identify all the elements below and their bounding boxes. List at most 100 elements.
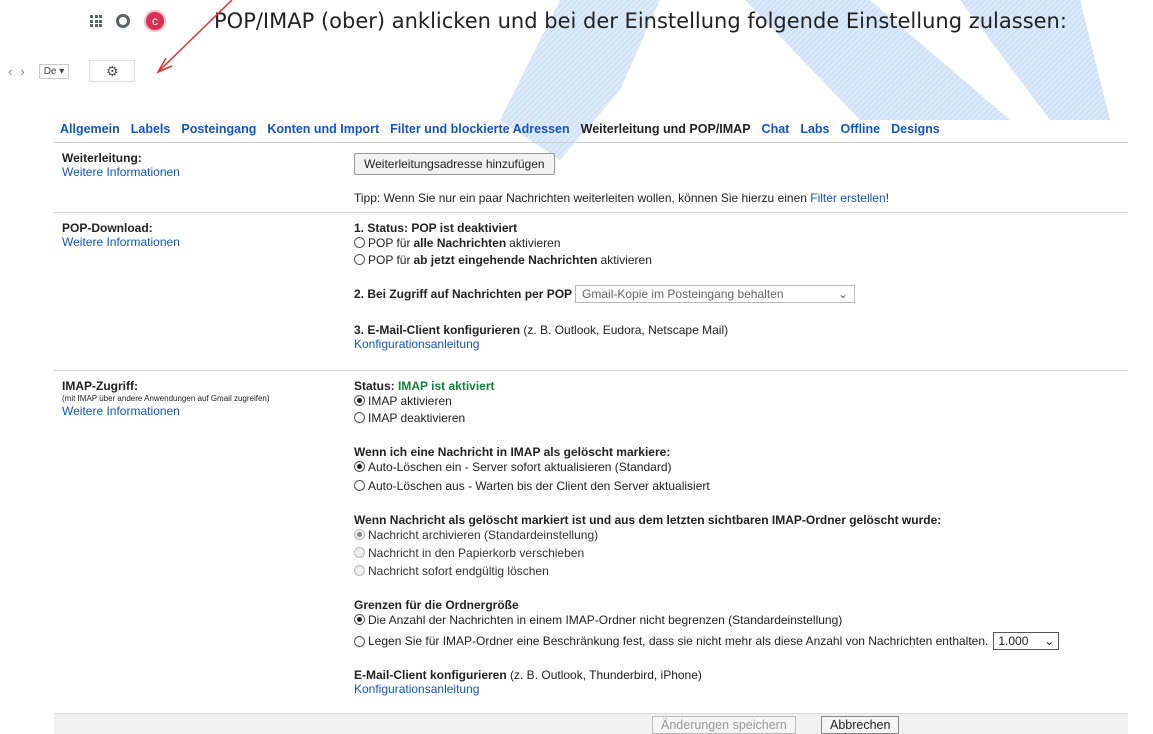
radio-label: IMAP deaktivieren	[368, 410, 466, 425]
gear-icon: ⚙	[106, 62, 119, 79]
tab-weiterleitung-pop-imap[interactable]: Weiterleitung und POP/IMAP	[581, 122, 751, 136]
delete-forever-radio[interactable]: Nachricht sofort endgültig löschen	[354, 563, 1124, 578]
imap-sub-label: (mit IMAP über andere Anwendungen auf Gm…	[62, 394, 270, 403]
header-controls: ‹ › De ▾ ⚙	[8, 60, 136, 82]
language-value: De	[43, 65, 57, 77]
pop-more-link[interactable]: Weitere Informationen	[62, 235, 322, 249]
chevron-down-icon: ⌄	[837, 287, 849, 301]
radio-label: Nachricht in den Papierkorb verschieben	[368, 545, 585, 560]
pop-access-label: 2. Bei Zugriff auf Nachrichten per POP	[354, 287, 573, 301]
radio-label: Die Anzahl der Nachrichten in einem IMAP…	[368, 612, 843, 627]
delete-heading: Wenn ich eine Nachricht in IMAP als gelö…	[354, 445, 671, 459]
radio-icon	[354, 614, 365, 625]
chevron-down-icon: ⌄	[1044, 634, 1055, 648]
imap-label: IMAP-Zugriff:	[62, 379, 138, 393]
avatar[interactable]: c	[144, 10, 166, 32]
radio-icon	[354, 480, 365, 491]
pop-client-row: 3. E-Mail-Client konfigurieren (z. B. Ou…	[354, 323, 1124, 337]
header-icons: c	[90, 10, 166, 32]
radio-icon	[354, 565, 365, 576]
create-filter-link[interactable]: Filter erstellen	[810, 191, 885, 205]
save-bar: Änderungen speichern Abbrechen	[54, 713, 1128, 734]
tab-chat[interactable]: Chat	[762, 122, 790, 136]
pop-client-label: 3. E-Mail-Client konfigurieren	[354, 323, 521, 337]
imap-more-link[interactable]: Weitere Informationen	[62, 404, 322, 418]
pop-new-radio[interactable]: POP für ab jetzt eingehende Nachrichten …	[354, 252, 1124, 267]
radio-icon	[354, 395, 365, 406]
settings-panel: Weiterleitung: Weitere Informationen Wei…	[54, 142, 1128, 734]
radio-icon	[354, 529, 365, 540]
save-changes-button[interactable]: Änderungen speichern	[652, 716, 796, 734]
tab-filter[interactable]: Filter und blockierte Adressen	[390, 122, 569, 136]
folder-size-heading: Grenzen für die Ordnergröße	[354, 598, 519, 612]
pop-access-row: 2. Bei Zugriff auf Nachrichten per POP G…	[354, 285, 1124, 303]
tip-text: Tipp: Wenn Sie nur ein paar Nachrichten …	[354, 191, 811, 205]
chevron-left-icon[interactable]: ‹	[8, 64, 12, 79]
pop-access-value: Gmail-Kopie im Posteingang behalten	[582, 287, 784, 301]
folder-limit-select[interactable]: 1.000 ⌄	[993, 632, 1060, 650]
imap-client-label: E-Mail-Client konfigurieren	[354, 668, 507, 682]
radio-label: Legen Sie für IMAP-Ordner eine Beschränk…	[368, 634, 989, 648]
radio-label-bold: ab jetzt eingehende Nachrichten	[413, 252, 598, 267]
tab-konten-und-import[interactable]: Konten und Import	[267, 122, 379, 136]
imap-client-row: E-Mail-Client konfigurieren (z. B. Outlo…	[354, 668, 1124, 682]
folder-limit-value: 1.000	[998, 634, 1029, 648]
pop-client-examples: (z. B. Outlook, Eudora, Netscape Mail)	[520, 323, 729, 337]
radio-label: POP für	[368, 235, 411, 250]
tab-offline[interactable]: Offline	[841, 122, 881, 136]
gmail-header-crop: c ‹ › De ▾ ⚙	[0, 0, 200, 95]
radio-icon	[354, 547, 365, 558]
imap-disable-radio[interactable]: IMAP deaktivieren	[354, 410, 1124, 425]
forwarding-tip: Tipp: Wenn Sie nur ein paar Nachrichten …	[354, 191, 1124, 205]
radio-label: Nachricht archivieren (Standardeinstellu…	[368, 527, 599, 542]
pop-status: 1. Status: POP ist deaktiviert	[354, 221, 518, 235]
tab-labs[interactable]: Labs	[800, 122, 829, 136]
radio-icon	[354, 461, 365, 472]
radio-label: IMAP aktivieren	[368, 393, 452, 408]
tab-designs[interactable]: Designs	[891, 122, 940, 136]
tab-labels[interactable]: Labels	[131, 122, 171, 136]
forwarding-more-link[interactable]: Weitere Informationen	[62, 165, 322, 179]
auto-expunge-on-radio[interactable]: Auto-Löschen ein - Server sofort aktuali…	[354, 459, 1124, 474]
pop-config-link[interactable]: Konfigurationsanleitung	[354, 337, 1124, 351]
forwarding-section: Weiterleitung: Weitere Informationen Wei…	[54, 143, 1128, 213]
radio-label: Nachricht sofort endgültig löschen	[368, 563, 549, 578]
pop-label: POP-Download:	[62, 221, 153, 235]
tab-allgemein[interactable]: Allgemein	[60, 122, 120, 136]
radio-label: POP für	[368, 252, 411, 267]
auto-expunge-off-radio[interactable]: Auto-Löschen aus - Warten bis der Client…	[354, 478, 1124, 493]
radio-label: Auto-Löschen ein - Server sofort aktuali…	[368, 459, 672, 474]
radio-icon	[354, 254, 365, 265]
tab-posteingang[interactable]: Posteingang	[181, 122, 256, 136]
add-forwarding-address-button[interactable]: Weiterleitungsadresse hinzufügen	[354, 153, 555, 175]
imap-status-value: IMAP ist aktiviert	[398, 379, 495, 393]
radio-label: Auto-Löschen aus - Warten bis der Client…	[368, 478, 710, 493]
pop-access-select[interactable]: Gmail-Kopie im Posteingang behalten ⌄	[575, 285, 856, 303]
settings-tabs: Allgemein Labels Posteingang Konten und …	[60, 122, 940, 136]
expunge-heading: Wenn Nachricht als gelöscht markiert ist…	[354, 513, 942, 527]
imap-client-examples: (z. B. Outlook, Thunderbird, iPhone)	[506, 668, 702, 682]
imap-status: Status: IMAP ist aktiviert	[354, 379, 1124, 393]
forwarding-label: Weiterleitung:	[62, 151, 142, 165]
radio-icon	[354, 635, 365, 647]
pop-all-radio[interactable]: POP für alle Nachrichten aktivieren	[354, 235, 1124, 250]
trash-radio[interactable]: Nachricht in den Papierkorb verschieben	[354, 545, 1124, 560]
notifications-icon[interactable]	[116, 14, 130, 28]
settings-button[interactable]: ⚙	[89, 60, 136, 82]
limit-radio[interactable]: Legen Sie für IMAP-Ordner eine Beschränk…	[354, 632, 1124, 650]
tip-end: !	[885, 191, 889, 205]
imap-enable-radio[interactable]: IMAP aktivieren	[354, 393, 1124, 408]
archive-radio[interactable]: Nachricht archivieren (Standardeinstellu…	[354, 527, 1124, 542]
pop-section: POP-Download: Weitere Informationen 1. S…	[54, 213, 1128, 371]
no-limit-radio[interactable]: Die Anzahl der Nachrichten in einem IMAP…	[354, 612, 1124, 627]
radio-label: aktivieren	[509, 235, 561, 250]
imap-section: IMAP-Zugriff: (mit IMAP über andere Anwe…	[54, 371, 1128, 713]
chevron-right-icon[interactable]: ›	[20, 64, 24, 79]
cancel-button[interactable]: Abbrechen	[821, 716, 900, 734]
instruction-text: POP/IMAP (ober) anklicken und bei der Ei…	[214, 9, 1067, 33]
imap-config-link[interactable]: Konfigurationsanleitung	[354, 682, 1124, 696]
apps-grid-icon[interactable]	[90, 15, 102, 27]
language-select[interactable]: De ▾	[38, 63, 70, 79]
radio-label: aktivieren	[600, 252, 652, 267]
radio-icon	[354, 412, 365, 423]
